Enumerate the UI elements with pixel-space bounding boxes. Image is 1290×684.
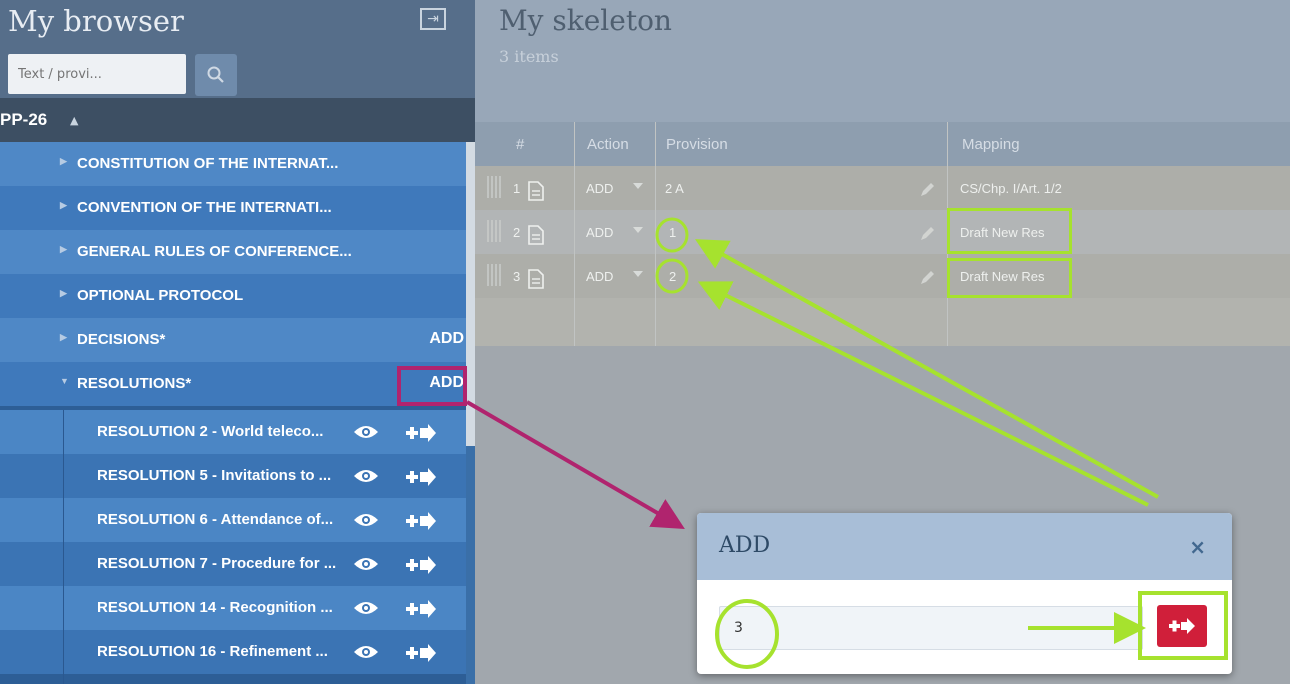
resolution-item[interactable]: RESOLUTION 14 - Recognition ... <box>0 586 470 630</box>
expand-arrow-icon: ▶ <box>60 288 67 298</box>
document-icon[interactable] <box>528 225 544 248</box>
pencil-icon[interactable] <box>918 181 936 202</box>
search-icon <box>207 66 224 83</box>
drag-handle-icon[interactable] <box>487 264 501 286</box>
tree-item-label: RESOLUTIONS* <box>77 375 192 392</box>
resolution-label: RESOLUTION 16 - Refinement ... <box>97 643 328 660</box>
expand-arrow-icon: ▶ <box>60 244 67 254</box>
tree-item-optional-protocol[interactable]: ▶ OPTIONAL PROTOCOL <box>0 274 470 318</box>
row-number: 2 <box>513 225 521 240</box>
pp-label[interactable]: PP-26 <box>0 110 47 130</box>
expand-arrow-icon: ▶ <box>60 156 67 166</box>
item-count: 3 items <box>499 47 559 66</box>
tree-item-general-rules[interactable]: ▶ GENERAL RULES OF CONFERENCE... <box>0 230 470 274</box>
table-row[interactable]: 2 ADD 1 Draft New Res <box>475 210 1290 254</box>
plus-arrow-icon <box>1169 618 1195 634</box>
eye-icon[interactable] <box>353 600 379 620</box>
resolution-label: RESOLUTION 7 - Procedure for ... <box>97 555 337 572</box>
collapse-arrow-icon: ▼ <box>60 376 69 386</box>
resolution-label: RESOLUTION 2 - World teleco... <box>97 423 324 440</box>
add-to-skeleton-icon[interactable] <box>406 424 436 446</box>
tree-item-label: DECISIONS* <box>77 331 166 348</box>
tree-item-decisions[interactable]: ▶ DECISIONS* ADD <box>0 318 470 362</box>
row-mapping: CS/Chp. I/Art. 1/2 <box>960 181 1062 196</box>
drag-handle-icon[interactable] <box>487 176 501 198</box>
tree-item-label: CONVENTION OF THE INTERNATI... <box>77 199 332 216</box>
resolution-label: RESOLUTION 6 - Attendance of... <box>97 511 334 528</box>
tree-item-label: GENERAL RULES OF CONFERENCE... <box>77 243 352 260</box>
eye-icon[interactable] <box>353 644 379 664</box>
collapse-chevron-icon[interactable]: ▲ <box>70 114 78 127</box>
row-number: 3 <box>513 269 521 284</box>
row-mapping: Draft New Res <box>960 225 1045 240</box>
column-divider <box>655 122 656 346</box>
search-input[interactable] <box>8 54 186 94</box>
row-provision: 2 <box>669 269 677 284</box>
document-icon[interactable] <box>528 269 544 292</box>
dropdown-caret-icon[interactable] <box>633 227 643 233</box>
pencil-icon[interactable] <box>918 225 936 246</box>
resolution-label: RESOLUTION 14 - Recognition ... <box>97 599 333 616</box>
drag-handle-icon[interactable] <box>487 220 501 242</box>
expand-arrow-icon: ▶ <box>60 200 67 210</box>
dropdown-caret-icon[interactable] <box>633 183 643 189</box>
column-header: Action <box>587 136 629 153</box>
resolution-item[interactable]: RESOLUTION 16 - Refinement ... <box>0 630 470 674</box>
eye-icon[interactable] <box>353 556 379 576</box>
dropdown-caret-icon[interactable] <box>633 271 643 277</box>
add-decisions-button[interactable]: ADD <box>429 330 464 348</box>
add-dialog: ADD × <box>697 513 1232 674</box>
row-provision: 1 <box>669 225 677 240</box>
resolution-label: RESOLUTION 5 - Invitations to ... <box>97 467 332 484</box>
row-number: 1 <box>513 181 521 196</box>
collapse-panel-icon[interactable]: ⇥ <box>420 8 446 30</box>
table-row[interactable]: 3 ADD 2 Draft New Res <box>475 254 1290 298</box>
add-to-skeleton-icon[interactable] <box>406 468 436 490</box>
provision-number-input[interactable] <box>719 606 1143 650</box>
pencil-icon[interactable] <box>918 269 936 290</box>
sidebar-title: My browser <box>8 4 184 38</box>
add-resolutions-button[interactable]: ADD <box>429 374 464 392</box>
eye-icon[interactable] <box>353 424 379 444</box>
add-to-skeleton-icon[interactable] <box>406 512 436 534</box>
row-provision: 2 A <box>665 181 684 196</box>
resolution-item[interactable]: RESOLUTION 5 - Invitations to ... <box>0 454 470 498</box>
row-action[interactable]: ADD <box>586 225 613 240</box>
row-action[interactable]: ADD <box>586 269 613 284</box>
add-to-skeleton-icon[interactable] <box>406 556 436 578</box>
tree-item-resolutions[interactable]: ▼ RESOLUTIONS* ADD <box>0 362 470 406</box>
dialog-header <box>697 513 1232 580</box>
column-divider <box>574 122 575 346</box>
add-to-skeleton-icon[interactable] <box>406 600 436 622</box>
row-action[interactable]: ADD <box>586 181 613 196</box>
scrollbar-thumb[interactable] <box>466 142 475 446</box>
tree-item-convention[interactable]: ▶ CONVENTION OF THE INTERNATI... <box>0 186 470 230</box>
tree-item-constitution[interactable]: ▶ CONSTITUTION OF THE INTERNAT... <box>0 142 470 186</box>
column-header: Provision <box>666 136 728 153</box>
dialog-title: ADD <box>719 533 771 558</box>
add-to-skeleton-icon[interactable] <box>406 644 436 666</box>
table-row[interactable]: 1 ADD 2 A CS/Chp. I/Art. 1/2 <box>475 166 1290 210</box>
search-button[interactable] <box>195 54 237 96</box>
expand-arrow-icon: ▶ <box>60 332 67 342</box>
tree-item-label: CONSTITUTION OF THE INTERNAT... <box>77 155 339 172</box>
sidebar: My browser ⇥ PP-26 ▲ ▶ CONSTITUTION OF T… <box>0 0 475 684</box>
page-title: My skeleton <box>499 4 672 37</box>
submit-add-button[interactable] <box>1157 605 1207 647</box>
tree-indent-line <box>63 410 64 684</box>
resolution-item[interactable]: RESOLUTION 2 - World teleco... <box>0 410 470 454</box>
eye-icon[interactable] <box>353 468 379 488</box>
resolution-item[interactable]: RESOLUTION 6 - Attendance of... <box>0 498 470 542</box>
column-divider <box>947 122 948 346</box>
resolution-item[interactable]: RESOLUTION 7 - Procedure for ... <box>0 542 470 586</box>
eye-icon[interactable] <box>353 512 379 532</box>
close-icon[interactable]: × <box>1189 535 1206 559</box>
document-icon[interactable] <box>528 181 544 204</box>
table-header: # Action Provision Mapping <box>475 122 1290 166</box>
row-mapping: Draft New Res <box>960 269 1045 284</box>
tree-item-label: OPTIONAL PROTOCOL <box>77 287 244 304</box>
column-header: Mapping <box>962 136 1020 153</box>
column-header: # <box>516 136 525 153</box>
